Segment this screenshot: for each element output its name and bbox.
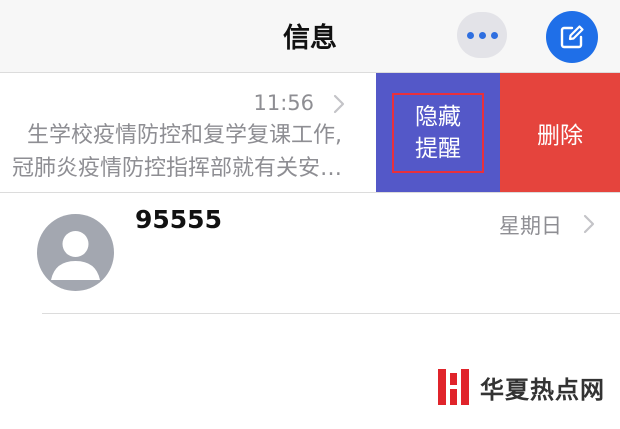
chevron-right-icon bbox=[333, 94, 345, 114]
navigation-bar: 信息 bbox=[0, 0, 620, 73]
ellipsis-icon bbox=[466, 31, 474, 39]
message-time: 星期日 bbox=[499, 214, 562, 238]
preview-line: 生学校疫情防控和复学复课工作, bbox=[27, 123, 342, 148]
more-options-button[interactable] bbox=[457, 12, 507, 58]
logo-icon bbox=[438, 369, 469, 405]
conversation-row-swiped[interactable]: 11:56 生学校疫情防控和复学复课工作, 冠肺炎疫情防控指挥部就有关安… 隐藏… bbox=[0, 73, 620, 193]
hide-alerts-label-line1: 隐藏 bbox=[415, 103, 461, 130]
chevron-right-icon bbox=[583, 214, 595, 234]
ellipsis-dot bbox=[490, 31, 498, 39]
compose-button[interactable] bbox=[546, 11, 598, 63]
message-time: 11:56 bbox=[253, 91, 314, 115]
ellipsis-dot bbox=[478, 31, 486, 39]
row-divider bbox=[42, 313, 620, 314]
message-preview: 生学校疫情防控和复学复课工作, 冠肺炎疫情防控指挥部就有关安… bbox=[0, 119, 342, 185]
sender-name: 95555 bbox=[135, 205, 222, 234]
preview-line: 冠肺炎疫情防控指挥部就有关安… bbox=[11, 156, 342, 181]
person-icon bbox=[51, 231, 100, 280]
compose-icon bbox=[560, 25, 584, 49]
hide-alerts-button[interactable]: 隐藏 提醒 bbox=[376, 73, 500, 192]
avatar bbox=[37, 214, 114, 291]
page-title: 信息 bbox=[283, 23, 337, 54]
hide-alerts-label-line2: 提醒 bbox=[415, 135, 461, 162]
conversation-content[interactable]: 11:56 生学校疫情防控和复学复课工作, 冠肺炎疫情防控指挥部就有关安… bbox=[0, 73, 376, 192]
delete-button[interactable]: 删除 bbox=[500, 73, 620, 192]
watermark: 华夏热点网 bbox=[436, 367, 605, 407]
conversation-row[interactable]: 95555 星期日 bbox=[0, 193, 620, 314]
highlight-frame: 隐藏 提醒 bbox=[392, 92, 484, 173]
watermark-text: 华夏热点网 bbox=[480, 374, 605, 404]
